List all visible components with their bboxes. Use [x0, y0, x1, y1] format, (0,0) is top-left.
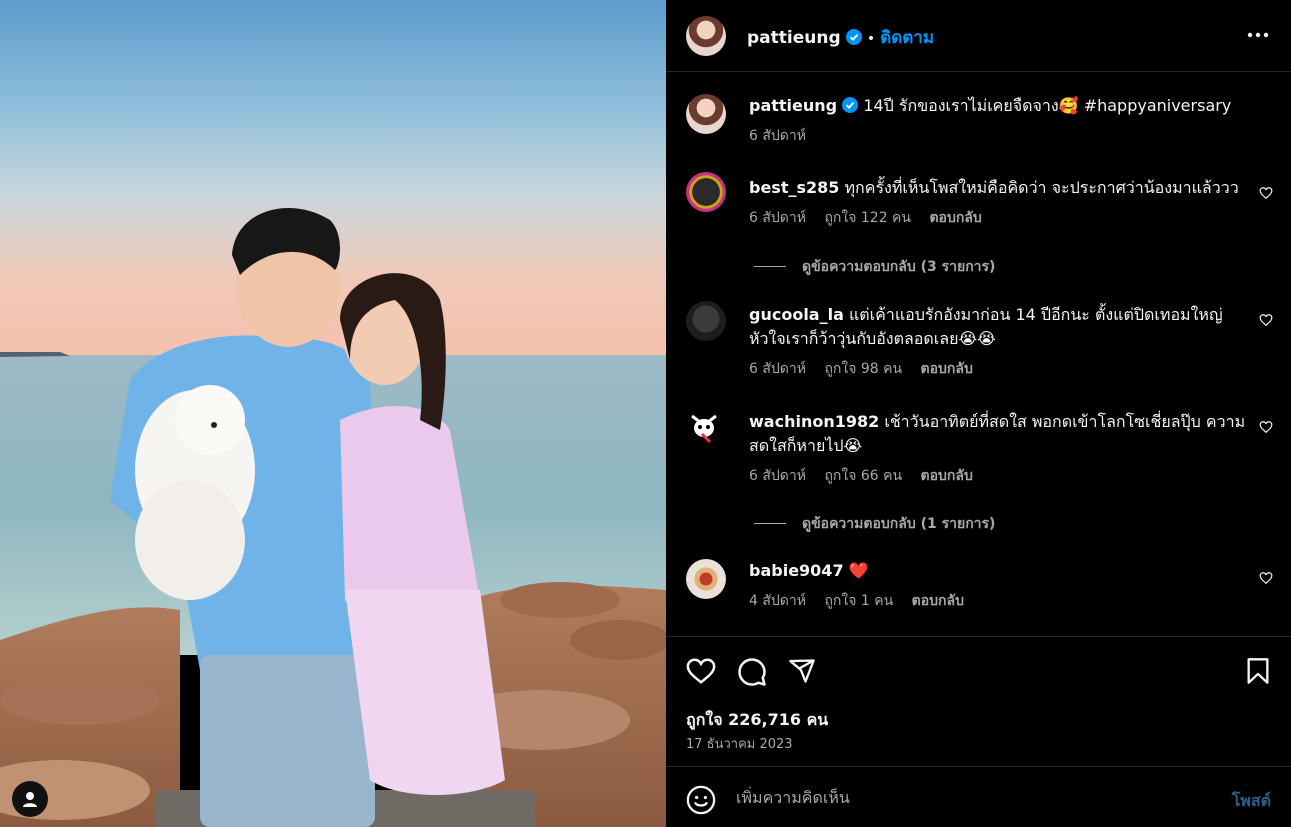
comment-icon[interactable]: [737, 657, 767, 687]
comment-likes[interactable]: ถูกใจ 122 คน: [824, 210, 911, 226]
caption-age[interactable]: 6 สัปดาห์: [749, 128, 806, 144]
comment-text: ทุกครั้งที่เห็นโพสใหม่คือคิดว่า จะประกาศ…: [844, 178, 1239, 197]
heart-icon[interactable]: [1259, 571, 1273, 585]
caption-avatar[interactable]: [686, 94, 726, 134]
comment-age[interactable]: 4 สัปดาห์: [749, 593, 806, 609]
heart-icon[interactable]: [1259, 313, 1273, 327]
post-date[interactable]: 17 ธันวาคม 2023: [686, 733, 793, 754]
comment-likes[interactable]: ถูกใจ 98 คน: [824, 361, 902, 377]
comment-likes[interactable]: ถูกใจ 1 คน: [824, 593, 893, 609]
post-photo[interactable]: [0, 0, 666, 827]
follow-button[interactable]: ติดตาม: [880, 28, 934, 48]
author-username[interactable]: pattieung: [747, 28, 841, 48]
like-heart-icon[interactable]: [686, 657, 716, 685]
author-line: pattieung • ติดตาม: [747, 24, 934, 51]
comment-likes[interactable]: ถูกใจ 66 คน: [824, 468, 902, 484]
commenter-avatar[interactable]: [686, 301, 726, 341]
post-details-panel: pattieung • ติดตาม pattieung 14ปี รักของ…: [666, 0, 1291, 827]
commenter-avatar[interactable]: [686, 559, 726, 599]
reply-button[interactable]: ตอบกลับ: [921, 468, 973, 484]
commenter-avatar[interactable]: [686, 172, 726, 212]
post-comment-button[interactable]: โพสต์: [1232, 789, 1271, 814]
comment-input[interactable]: [736, 781, 1206, 813]
separator-dot: •: [866, 31, 876, 47]
reply-button[interactable]: ตอบกลับ: [912, 593, 964, 609]
comment-age[interactable]: 6 สัปดาห์: [749, 210, 806, 226]
heart-icon[interactable]: [1259, 186, 1273, 200]
author-avatar[interactable]: [686, 16, 726, 56]
view-replies-button[interactable]: ดูข้อความตอบกลับ (1 รายการ): [754, 513, 995, 535]
share-icon[interactable]: [788, 657, 816, 685]
post-actions: ถูกใจ 226,716 คน 17 ธันวาคม 2023: [666, 636, 1291, 766]
divider-line: [754, 523, 786, 524]
comment-username[interactable]: babie9047: [749, 561, 844, 580]
view-replies-label: ดูข้อความตอบกลับ (3 รายการ): [802, 259, 996, 275]
user-tag-icon: [23, 792, 37, 807]
user-tag-button[interactable]: [12, 781, 48, 817]
more-icon[interactable]: [1247, 24, 1269, 46]
comment-age[interactable]: 6 สัปดาห์: [749, 361, 806, 377]
divider-line: [754, 266, 786, 267]
commenter-avatar[interactable]: [686, 408, 726, 448]
likes-count[interactable]: ถูกใจ 226,716 คน: [686, 708, 828, 733]
verified-icon: [845, 29, 862, 45]
post-image: [0, 0, 666, 827]
view-replies-button[interactable]: ดูข้อความตอบกลับ (3 รายการ): [754, 256, 995, 278]
comment-text: ❤️: [848, 561, 869, 580]
comment-username[interactable]: gucoola_la: [749, 305, 844, 324]
emoji-icon[interactable]: [686, 785, 716, 815]
comment-composer: โพสต์: [666, 766, 1291, 827]
save-icon[interactable]: [1246, 657, 1270, 685]
reply-button[interactable]: ตอบกลับ: [929, 210, 981, 226]
heart-icon[interactable]: [1259, 420, 1273, 434]
cartoon-avatar-image: [691, 414, 717, 444]
comment-username[interactable]: best_s285: [749, 178, 839, 197]
verified-icon: [842, 97, 859, 113]
caption-username[interactable]: pattieung: [749, 96, 837, 115]
reply-button[interactable]: ตอบกลับ: [921, 361, 973, 377]
post-header: pattieung • ติดตาม: [666, 0, 1291, 72]
comment-username[interactable]: wachinon1982: [749, 412, 879, 431]
comment-age[interactable]: 6 สัปดาห์: [749, 468, 806, 484]
view-replies-label: ดูข้อความตอบกลับ (1 รายการ): [802, 516, 996, 532]
caption-text: 14ปี รักของเราไม่เคยจืดจาง🥰 #happyaniver…: [863, 96, 1232, 115]
